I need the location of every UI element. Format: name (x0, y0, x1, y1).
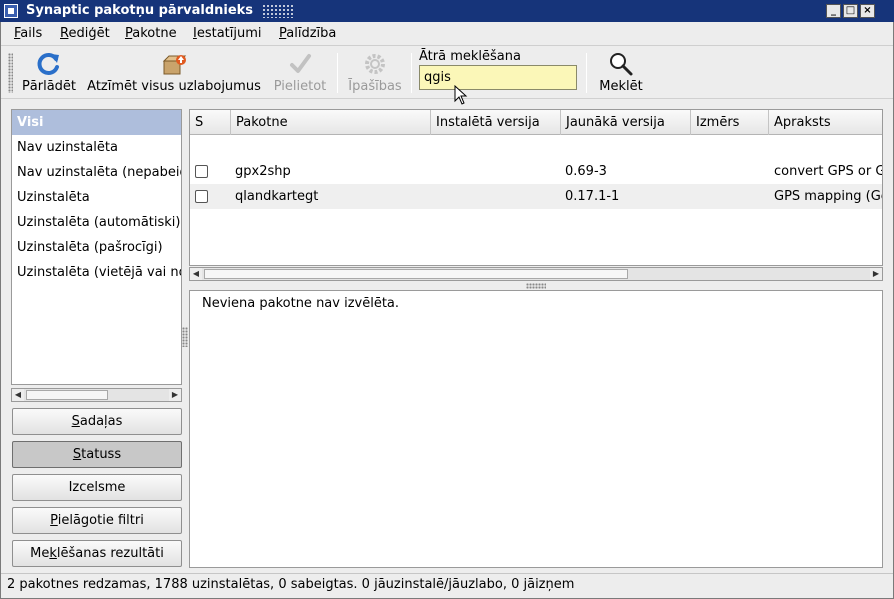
menu-edit[interactable]: Rediģēt (60, 26, 110, 41)
column-header-latest-version[interactable]: Jaunākā versija (560, 110, 690, 135)
search-button[interactable]: Meklēt (595, 49, 647, 97)
filter-item-installed-local[interactable]: Uzinstalēta (vietējā vai novecojusi) (12, 260, 181, 285)
package-checkbox[interactable] (195, 165, 208, 178)
package-details-pane: Neviena pakotne nav izvēlēta. (189, 290, 883, 568)
pane-resize-handle[interactable] (182, 327, 188, 347)
toolbar-separator (411, 53, 412, 93)
package-table-hscrollbar[interactable]: ◀ ▶ (189, 267, 883, 281)
gear-icon (365, 54, 385, 74)
custom-filters-button[interactable]: Pielāgotie filtri (12, 507, 182, 534)
no-package-selected-message: Neviena pakotne nav izvēlēta. (202, 296, 400, 311)
column-header-status[interactable]: S (190, 110, 208, 135)
latest-version: 0.69-3 (565, 164, 607, 179)
filter-item-all[interactable]: Visi (12, 110, 181, 135)
reload-button[interactable]: Pārlādēt (21, 49, 77, 97)
scroll-thumb[interactable] (204, 269, 628, 279)
package-size (695, 184, 765, 209)
search-results-button[interactable]: Meklēšanas rezultāti (12, 540, 182, 567)
package-name: gpx2shp (235, 164, 291, 179)
upgrade-icon (162, 55, 187, 75)
mark-all-upgrades-button[interactable]: Atzīmēt visus uzlabojumus (85, 49, 263, 97)
toolbar-handle[interactable] (8, 53, 13, 93)
origin-button[interactable]: Izcelsme (12, 474, 182, 501)
menu-package[interactable]: Pakotne (125, 26, 177, 41)
properties-button[interactable]: Īpašības (345, 49, 405, 97)
filter-item-not-installed-residual[interactable]: Nav uzinstalēta (nepabeigta konfigurācij… (12, 160, 181, 185)
window-menu-icon[interactable] (4, 4, 18, 18)
filter-item-installed-manual[interactable]: Uzinstalēta (pašrocīgi) (12, 235, 181, 260)
filter-list-hscrollbar[interactable]: ◀ ▶ (11, 388, 182, 402)
menu-settings[interactable]: Iestatījumi (193, 26, 262, 41)
sections-button[interactable]: Sadaļas (12, 408, 182, 435)
menu-file[interactable]: Fails (14, 26, 42, 41)
package-size (695, 159, 765, 184)
toolbar: Pārlādēt Atzīmēt visus uzlabojumus Pieli… (1, 47, 893, 99)
table-row[interactable]: gpx2shp 0.69-3 convert GPS or GPX (190, 159, 882, 184)
package-table: S Pakotne Instalētā versija Jaunākā vers… (189, 109, 883, 266)
apply-button[interactable]: Pielietot (271, 49, 329, 97)
title-bar[interactable]: Synaptic pakotņu pārvaldnieks _ □ × (0, 0, 894, 22)
toolbar-separator (337, 53, 338, 93)
filter-item-installed-auto[interactable]: Uzinstalēta (automātiski) (12, 210, 181, 235)
column-header-package[interactable]: Pakotne (230, 110, 430, 135)
quick-search-input[interactable] (419, 65, 577, 90)
scroll-thumb[interactable] (26, 390, 108, 400)
package-name: qlandkartegt (235, 189, 319, 204)
menu-bar: Fails Rediģēt Pakotne Iestatījumi Palīdz… (1, 22, 893, 46)
scroll-right-arrow-icon[interactable]: ▶ (870, 268, 882, 280)
latest-version: 0.17.1-1 (565, 189, 620, 204)
reload-icon (37, 53, 59, 75)
package-checkbox[interactable] (195, 190, 208, 203)
column-header-description[interactable]: Apraksts (768, 110, 882, 135)
status-button[interactable]: Statuss (12, 441, 182, 468)
window-title: Synaptic pakotņu pārvaldnieks (26, 3, 254, 18)
magnifier-icon (610, 53, 633, 76)
toolbar-separator (586, 53, 587, 93)
scroll-right-arrow-icon[interactable]: ▶ (169, 389, 181, 401)
status-bar: 2 pakotnes redzamas, 1788 uzinstalētas, … (1, 573, 893, 597)
filter-item-installed[interactable]: Uzinstalēta (12, 185, 181, 210)
filter-list: Visi Nav uzinstalēta Nav uzinstalēta (ne… (11, 109, 182, 385)
filter-item-not-installed[interactable]: Nav uzinstalēta (12, 135, 181, 160)
status-text: 2 pakotnes redzamas, 1788 uzinstalētas, … (7, 577, 575, 592)
main-window: Fails Rediģēt Pakotne Iestatījumi Palīdz… (0, 22, 894, 599)
column-header-installed-version[interactable]: Instalētā versija (430, 110, 560, 135)
titlebar-grip (262, 4, 294, 18)
menu-help[interactable]: Palīdzība (279, 26, 336, 41)
maximize-button[interactable]: □ (843, 4, 858, 18)
package-description: convert GPS or GPX (774, 164, 882, 179)
installed-version (435, 159, 555, 184)
package-description: GPS mapping (GeoTiff (774, 189, 882, 204)
scroll-left-arrow-icon[interactable]: ◀ (12, 389, 24, 401)
minimize-button[interactable]: _ (826, 4, 841, 18)
mouse-cursor-icon (454, 85, 468, 105)
column-header-size[interactable]: Izmērs (690, 110, 768, 135)
scroll-left-arrow-icon[interactable]: ◀ (190, 268, 202, 280)
installed-version (435, 184, 555, 209)
table-row[interactable]: qlandkartegt 0.17.1-1 GPS mapping (GeoTi… (190, 184, 882, 209)
table-header: S Pakotne Instalētā versija Jaunākā vers… (190, 110, 882, 135)
close-button[interactable]: × (860, 4, 875, 18)
quick-search-label: Ātrā meklēšana (419, 49, 521, 64)
pane-resize-handle[interactable] (526, 283, 546, 289)
checkmark-icon (290, 54, 311, 73)
